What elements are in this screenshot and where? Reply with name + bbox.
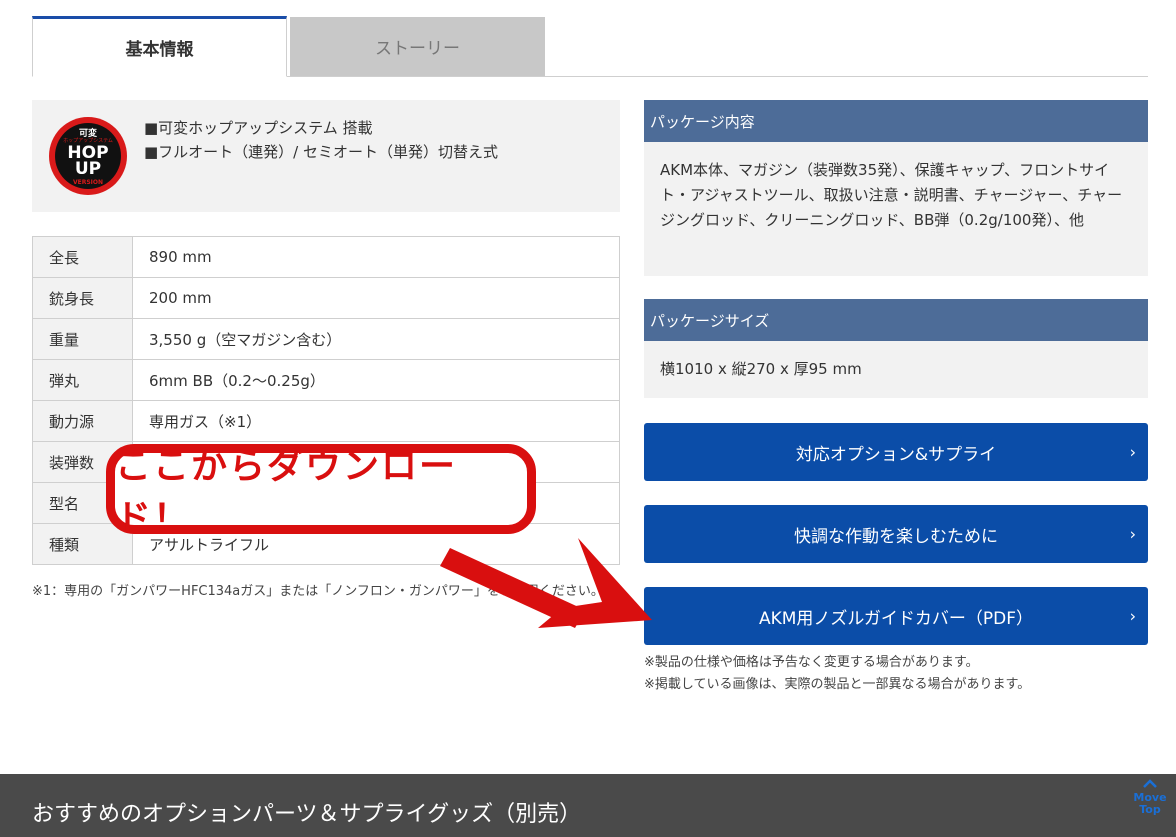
spec-key: 銃身長	[32, 277, 133, 319]
spec-value: 6mm BB（0.2〜0.25g）	[132, 359, 620, 401]
table-row: 弾丸 6mm BB（0.2〜0.25g）	[32, 359, 620, 401]
logo-version-text: VERSION	[73, 179, 103, 186]
package-size-body: 横1010 x 縦270 x 厚95 mm	[644, 341, 1148, 398]
package-contents-header: パッケージ内容	[644, 100, 1148, 142]
spec-key: 弾丸	[32, 359, 133, 401]
logo-up-text: UP	[75, 159, 101, 179]
care-guide-button[interactable]: 快調な作動を楽しむために ›	[644, 505, 1148, 563]
recommended-section-bar: おすすめのオプションパーツ＆サプライグッズ（別売） Move Top	[0, 774, 1176, 837]
download-callout: ここからダウンロード！	[106, 444, 536, 539]
tab-bar: 基本情報 ストーリー	[32, 16, 1148, 77]
package-size-header: パッケージサイズ	[644, 299, 1148, 341]
hop-up-logo: 可変 ホップアップシステム HOP UP VERSION	[49, 117, 127, 195]
tab-basic-info[interactable]: 基本情報	[32, 16, 287, 77]
spec-value: 専用ガス（※1）	[132, 400, 620, 442]
chevron-right-icon: ›	[1129, 524, 1136, 544]
feature-line: ■フルオート（連発）/ セミオート（単発）切替え式	[144, 143, 498, 161]
feature-line: ■可変ホップアップシステム 搭載	[144, 119, 373, 137]
move-top-label: Top	[1139, 803, 1161, 816]
callout-text: ここからダウンロード！	[115, 446, 458, 539]
button-label: 快調な作動を楽しむために	[794, 526, 998, 547]
package-contents-body: AKM本体、マガジン（装弾数35発）、保護キャップ、フロントサイト・アジャストツ…	[644, 142, 1148, 276]
table-row: 全長 890 mm	[32, 236, 620, 278]
disclaimer-line: ※製品の仕様や価格は予告なく変更する場合があります。	[644, 655, 979, 670]
disclaimer-line: ※掲載している画像は、実際の製品と一部異なる場合があります。	[644, 677, 1031, 692]
button-label: AKM用ノズルガイドカバー（PDF）	[758, 608, 1034, 629]
spec-value: 3,550 g（空マガジン含む）	[132, 318, 620, 360]
feature-list: ■可変ホップアップシステム 搭載 ■フルオート（連発）/ セミオート（単発）切替…	[144, 116, 498, 164]
feature-box: 可変 ホップアップシステム HOP UP VERSION ■可変ホップアップシス…	[32, 100, 620, 212]
section-title: おすすめのオプションパーツ＆サプライグッズ（別売）	[32, 802, 582, 827]
chevron-right-icon: ›	[1129, 606, 1136, 626]
spec-key: 重量	[32, 318, 133, 360]
options-supply-button[interactable]: 対応オプション&サプライ ›	[644, 423, 1148, 481]
spec-key: 動力源	[32, 400, 133, 442]
tab-story[interactable]: ストーリー	[290, 17, 545, 76]
chevron-up-icon	[1143, 779, 1157, 788]
nozzle-guide-pdf-button[interactable]: AKM用ノズルガイドカバー（PDF） ›	[644, 587, 1148, 645]
move-top-button[interactable]: Move Top	[1132, 779, 1168, 816]
table-row: 動力源 専用ガス（※1）	[32, 400, 620, 442]
table-row: 重量 3,550 g（空マガジン含む）	[32, 318, 620, 360]
spec-value: 200 mm	[132, 277, 620, 319]
disclaimer: ※製品の仕様や価格は予告なく変更する場合があります。 ※掲載している画像は、実際…	[644, 652, 1030, 696]
button-label: 対応オプション&サプライ	[795, 444, 997, 465]
spec-key: 全長	[32, 236, 133, 278]
chevron-right-icon: ›	[1129, 442, 1136, 462]
table-row: 銃身長 200 mm	[32, 277, 620, 319]
spec-value: 890 mm	[132, 236, 620, 278]
